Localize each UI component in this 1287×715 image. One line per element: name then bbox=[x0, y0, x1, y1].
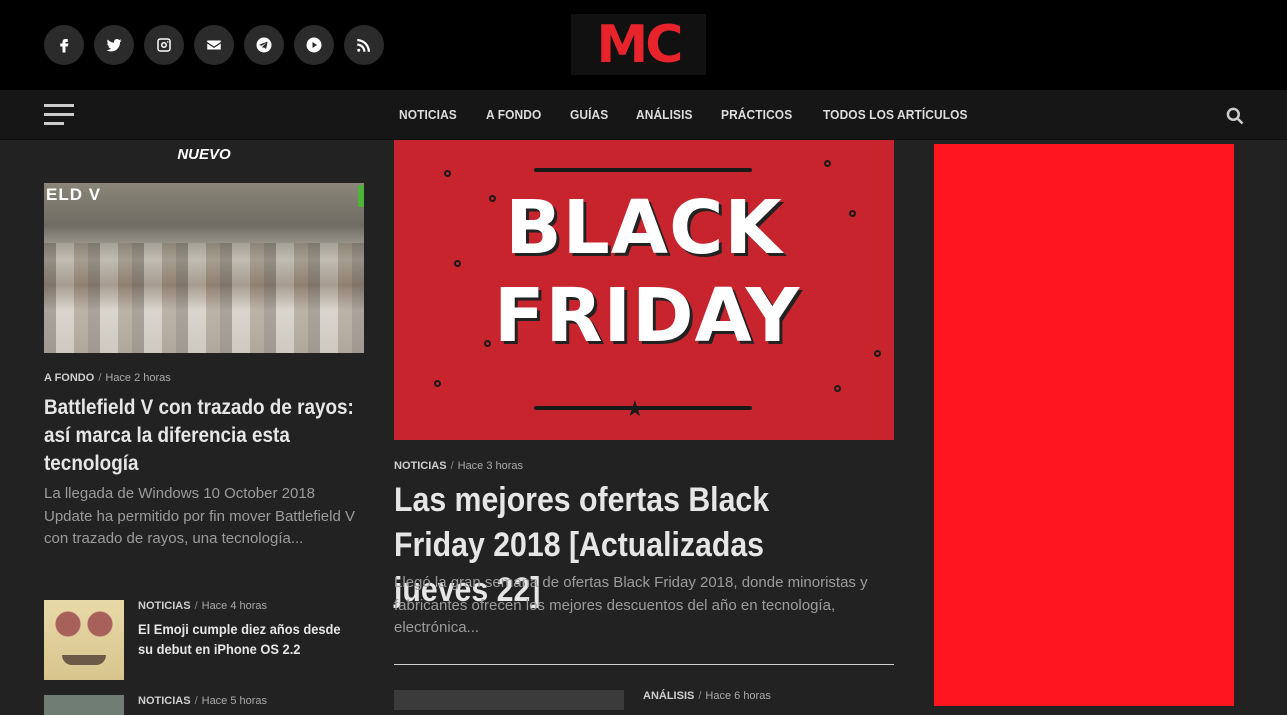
logo-text: MC bbox=[596, 14, 684, 75]
time-label: Hace 5 horas bbox=[201, 695, 268, 707]
list-item[interactable]: NOTICIAS / Hace 4 horas El Emoji cumple di… bbox=[44, 600, 364, 680]
main-article-meta: NOTICIAS / Hace 3 horas bbox=[394, 460, 524, 472]
nav-item-practicos[interactable]: PRÁCTICOS bbox=[721, 107, 792, 122]
nav-item-guias[interactable]: GUÍAS bbox=[570, 107, 608, 122]
social-links bbox=[44, 25, 384, 65]
twitter-icon[interactable] bbox=[94, 25, 134, 65]
list-item-meta: NOTICIAS / Hace 5 horas bbox=[138, 695, 268, 707]
time-label: Hace 4 horas bbox=[201, 600, 268, 612]
sidebar-ad-banner[interactable] bbox=[934, 144, 1234, 706]
hero-image-black-friday[interactable]: BLACK FRIDAY ★ bbox=[394, 140, 894, 440]
next-article-thumbnail[interactable] bbox=[394, 690, 624, 710]
main-article-excerpt: Llegó la gran semana de ofertas Black Fr… bbox=[394, 574, 868, 636]
nav-item-a-fondo[interactable]: A FONDO bbox=[486, 107, 541, 122]
emoji-article-thumbnail[interactable] bbox=[44, 600, 124, 680]
category-label[interactable]: ANÁLISIS bbox=[643, 690, 694, 702]
facebook-icon[interactable] bbox=[44, 25, 84, 65]
list-item-title[interactable]: El Emoji cumple diez años desde su debut… bbox=[138, 619, 359, 659]
category-label[interactable]: NOTICIAS bbox=[138, 600, 191, 612]
hero-image-text: BLACK FRIDAY bbox=[494, 185, 801, 359]
nav-item-noticias[interactable]: NOTICIAS bbox=[399, 107, 457, 122]
list-item-thumbnail[interactable] bbox=[44, 695, 124, 715]
site-logo[interactable]: MC bbox=[571, 14, 706, 75]
search-icon[interactable] bbox=[1225, 106, 1245, 126]
featured-article-excerpt: La llegada de Windows 10 October 2018 Up… bbox=[44, 485, 355, 547]
category-label[interactable]: NOTICIAS bbox=[394, 460, 447, 472]
email-icon[interactable] bbox=[194, 25, 234, 65]
time-label: Hace 2 horas bbox=[105, 372, 171, 384]
time-label: Hace 3 horas bbox=[457, 460, 524, 472]
image-overlay-text: ELD V bbox=[46, 185, 102, 204]
featured-article-image[interactable]: ELD V bbox=[44, 183, 364, 353]
divider bbox=[394, 664, 894, 665]
star-icon: ★ bbox=[625, 396, 645, 421]
time-label: Hace 6 horas bbox=[705, 690, 771, 702]
telegram-icon[interactable] bbox=[244, 25, 284, 65]
category-label[interactable]: NOTICIAS bbox=[138, 695, 191, 707]
featured-article-meta: A FONDO / Hace 2 horas bbox=[44, 372, 171, 384]
list-item-meta: NOTICIAS / Hace 4 horas bbox=[138, 600, 268, 612]
category-label[interactable]: A FONDO bbox=[44, 372, 94, 384]
featured-article-title[interactable]: Battlefield V con trazado de rayos: así … bbox=[44, 394, 364, 478]
hamburger-menu-icon[interactable] bbox=[44, 104, 74, 125]
main-menu: NOTICIAS A FONDO GUÍAS ANÁLISIS PRÁCTICO… bbox=[399, 107, 980, 122]
list-item[interactable]: NOTICIAS / Hace 5 horas bbox=[44, 695, 364, 715]
section-title-nuevo: NUEVO bbox=[177, 146, 231, 163]
youtube-icon[interactable] bbox=[294, 25, 334, 65]
rss-icon[interactable] bbox=[344, 25, 384, 65]
instagram-icon[interactable] bbox=[144, 25, 184, 65]
nav-item-todos[interactable]: TODOS LOS ARTÍCULOS bbox=[823, 107, 968, 122]
next-article-meta: ANÁLISIS / Hace 6 horas bbox=[643, 690, 771, 702]
nav-item-analisis[interactable]: ANÁLISIS bbox=[636, 107, 693, 122]
